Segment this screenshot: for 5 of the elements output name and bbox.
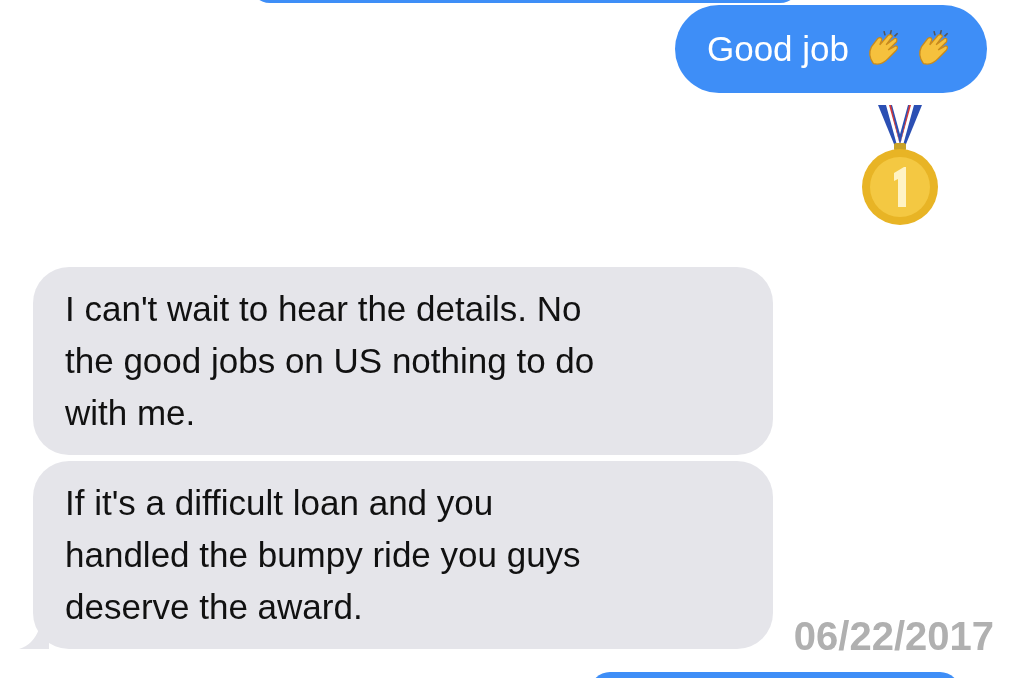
message-text: If it's a difficult loan and you handled the bumpy ride you guys deserve the award.: [65, 482, 582, 628]
date-text: 06/22/2017: [793, 614, 994, 659]
message-text: Good job: [706, 29, 849, 69]
message-text: I can't wait to hear the details. No the good jobs on US nothing to do with me.: [65, 288, 596, 434]
medal-icon: [860, 105, 940, 227]
